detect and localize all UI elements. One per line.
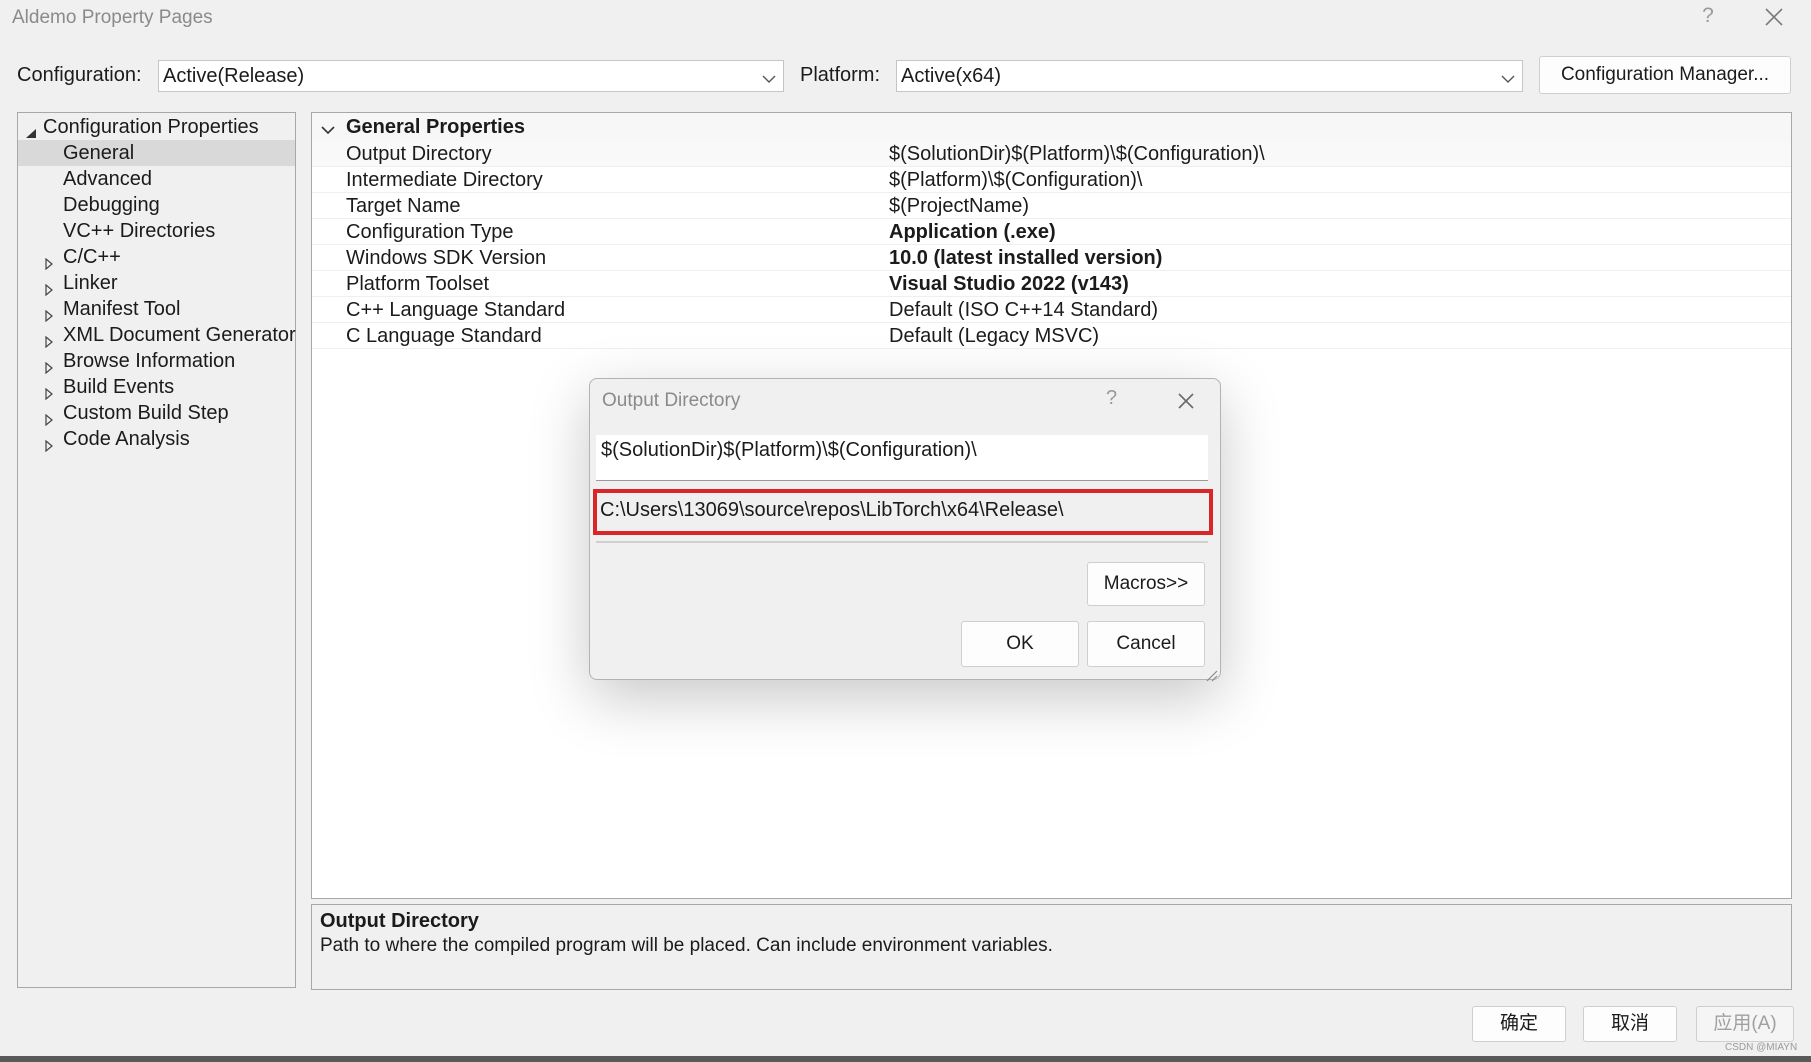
configuration-label: Configuration:	[17, 64, 142, 86]
property-row[interactable]: Platform Toolset Visual Studio 2022 (v143…	[312, 271, 1791, 297]
property-value[interactable]: $(SolutionDir)$(Platform)\$(Configuratio…	[889, 143, 1265, 166]
tree-root-label: Configuration Properties	[43, 116, 259, 138]
ok-button[interactable]: 确定	[1472, 1006, 1566, 1042]
output-directory-input[interactable]: $(SolutionDir)$(Platform)\$(Configuratio…	[596, 435, 1208, 481]
property-name: Target Name	[346, 195, 461, 217]
property-value[interactable]: $(ProjectName)	[889, 195, 1029, 218]
tree-item[interactable]: XML Document Generator	[18, 322, 296, 349]
configuration-dropdown[interactable]: Active(Release)	[158, 60, 784, 92]
chevron-down-icon	[1500, 69, 1516, 83]
collapsed-triangle-icon[interactable]	[43, 433, 55, 453]
tree-item[interactable]: Debugging	[18, 192, 295, 218]
collapsed-triangle-icon[interactable]	[43, 329, 55, 349]
output-directory-dialog: Output Directory ? $(SolutionDir)$(Platf…	[589, 378, 1221, 682]
tree-item[interactable]: Manifest Tool	[18, 296, 295, 323]
tree-item-label: XML Document Generator	[63, 324, 296, 346]
evaluated-value-field[interactable]: C:\Users\13069\source\repos\LibTorch\x64…	[593, 489, 1213, 535]
bottom-strip	[0, 1056, 1811, 1062]
configuration-value: Active(Release)	[163, 65, 305, 87]
property-row[interactable]: Windows SDK Version 10.0 (latest installe…	[312, 245, 1791, 271]
property-value[interactable]: $(Platform)\$(Configuration)\	[889, 169, 1142, 192]
property-name: Intermediate Directory	[346, 169, 543, 191]
property-pages-window: Aldemo Property Pages ? Configuration: A…	[0, 0, 1811, 1062]
property-value[interactable]: Default (Legacy MSVC)	[889, 325, 1099, 348]
close-icon[interactable]	[1760, 3, 1788, 31]
tree-item[interactable]: Code Analysis	[18, 426, 295, 453]
property-name: Windows SDK Version	[346, 247, 547, 269]
tree-item[interactable]: C/C++	[18, 244, 295, 271]
collapsed-triangle-icon[interactable]	[43, 277, 55, 297]
help-icon[interactable]: ?	[1106, 387, 1117, 410]
chevron-down-icon[interactable]	[320, 120, 336, 135]
property-row[interactable]: Target Name $(ProjectName)	[312, 193, 1791, 219]
property-name: Configuration Type	[346, 221, 514, 243]
apply-button[interactable]: 应用(A)	[1696, 1006, 1794, 1042]
tree-item-label: Build Events	[63, 376, 175, 398]
description-title: Output Directory	[320, 910, 479, 932]
chevron-down-icon	[761, 69, 777, 83]
property-value[interactable]: Visual Studio 2022 (v143)	[889, 273, 1129, 296]
collapsed-triangle-icon[interactable]	[43, 251, 55, 271]
tree-item[interactable]: Advanced	[18, 166, 295, 192]
dialog-cancel-button[interactable]: Cancel	[1087, 621, 1205, 667]
property-row[interactable]: Output Directory $(SolutionDir)$(Platform…	[312, 141, 1791, 167]
expanded-triangle-icon[interactable]	[25, 121, 37, 138]
tree-item-label: Custom Build Step	[63, 402, 229, 424]
tree-item[interactable]: Custom Build Step	[18, 400, 295, 427]
tree-item-label: Linker	[63, 272, 118, 294]
dialog-title: Output Directory	[602, 390, 741, 411]
description-text: Path to where the compiled program will …	[320, 935, 1053, 956]
platform-dropdown[interactable]: Active(x64)	[896, 60, 1523, 92]
tree-item-label: Code Analysis	[63, 428, 190, 450]
property-row[interactable]: C++ Language Standard Default (ISO C++14 …	[312, 297, 1791, 323]
tree-item[interactable]: Build Events	[18, 374, 295, 401]
tree-item-label: Debugging	[63, 194, 160, 216]
tree-item-label: C/C++	[63, 246, 121, 268]
collapsed-triangle-icon[interactable]	[43, 303, 55, 323]
tree-item[interactable]: Browse Information	[18, 348, 295, 375]
section-header-general-properties[interactable]: General Properties	[312, 113, 1791, 141]
property-row[interactable]: C Language Standard Default (Legacy MSVC)	[312, 323, 1791, 349]
title-bar: Aldemo Property Pages ?	[0, 0, 1811, 36]
collapsed-triangle-icon[interactable]	[43, 407, 55, 427]
collapsed-triangle-icon[interactable]	[43, 381, 55, 401]
window-title: Aldemo Property Pages	[12, 7, 213, 28]
property-name: C++ Language Standard	[346, 299, 566, 321]
output-directory-input-value: $(SolutionDir)$(Platform)\$(Configuratio…	[601, 439, 977, 461]
close-icon[interactable]	[1174, 389, 1198, 413]
dialog-ok-button[interactable]: OK	[961, 621, 1079, 667]
tree-item-label: Manifest Tool	[63, 298, 181, 320]
tree-item-label: General	[63, 142, 135, 164]
tree-item-label: Browse Information	[63, 350, 236, 372]
property-name: Output Directory	[346, 143, 492, 165]
evaluated-value: C:\Users\13069\source\repos\LibTorch\x64…	[600, 499, 1064, 521]
property-name: Platform Toolset	[346, 273, 490, 295]
divider	[596, 541, 1208, 543]
property-row[interactable]: Configuration Type Application (.exe)	[312, 219, 1791, 245]
platform-label: Platform:	[800, 64, 881, 86]
watermark: CSDN @MIAYN	[1725, 1042, 1798, 1053]
configuration-manager-button[interactable]: Configuration Manager...	[1539, 56, 1791, 94]
tree-item[interactable]: Linker	[18, 270, 295, 297]
description-pane: Output Directory Path to where the compi…	[311, 904, 1792, 990]
cancel-button[interactable]: 取消	[1583, 1006, 1677, 1042]
section-title: General Properties	[346, 116, 525, 138]
property-value[interactable]: Application (.exe)	[889, 221, 1056, 244]
tree-item-label: VC++ Directories	[63, 220, 216, 242]
property-value[interactable]: Default (ISO C++14 Standard)	[889, 299, 1158, 322]
collapsed-triangle-icon[interactable]	[43, 355, 55, 375]
help-icon[interactable]: ?	[1695, 4, 1721, 32]
resize-grip-icon[interactable]	[1204, 665, 1218, 682]
tree-item-label: Advanced	[63, 168, 152, 190]
macros-button[interactable]: Macros>>	[1087, 562, 1205, 606]
property-name: C Language Standard	[346, 325, 542, 347]
property-row[interactable]: Intermediate Directory $(Platform)\$(Conf…	[312, 167, 1791, 193]
tree-item[interactable]: VC++ Directories	[18, 218, 295, 244]
property-tree: Configuration Properties General Advanced…	[17, 112, 296, 988]
tree-item[interactable]: General	[18, 140, 295, 166]
property-value[interactable]: 10.0 (latest installed version)	[889, 247, 1162, 270]
tree-root-configuration-properties[interactable]: Configuration Properties	[18, 114, 295, 140]
platform-value: Active(x64)	[901, 65, 1002, 87]
